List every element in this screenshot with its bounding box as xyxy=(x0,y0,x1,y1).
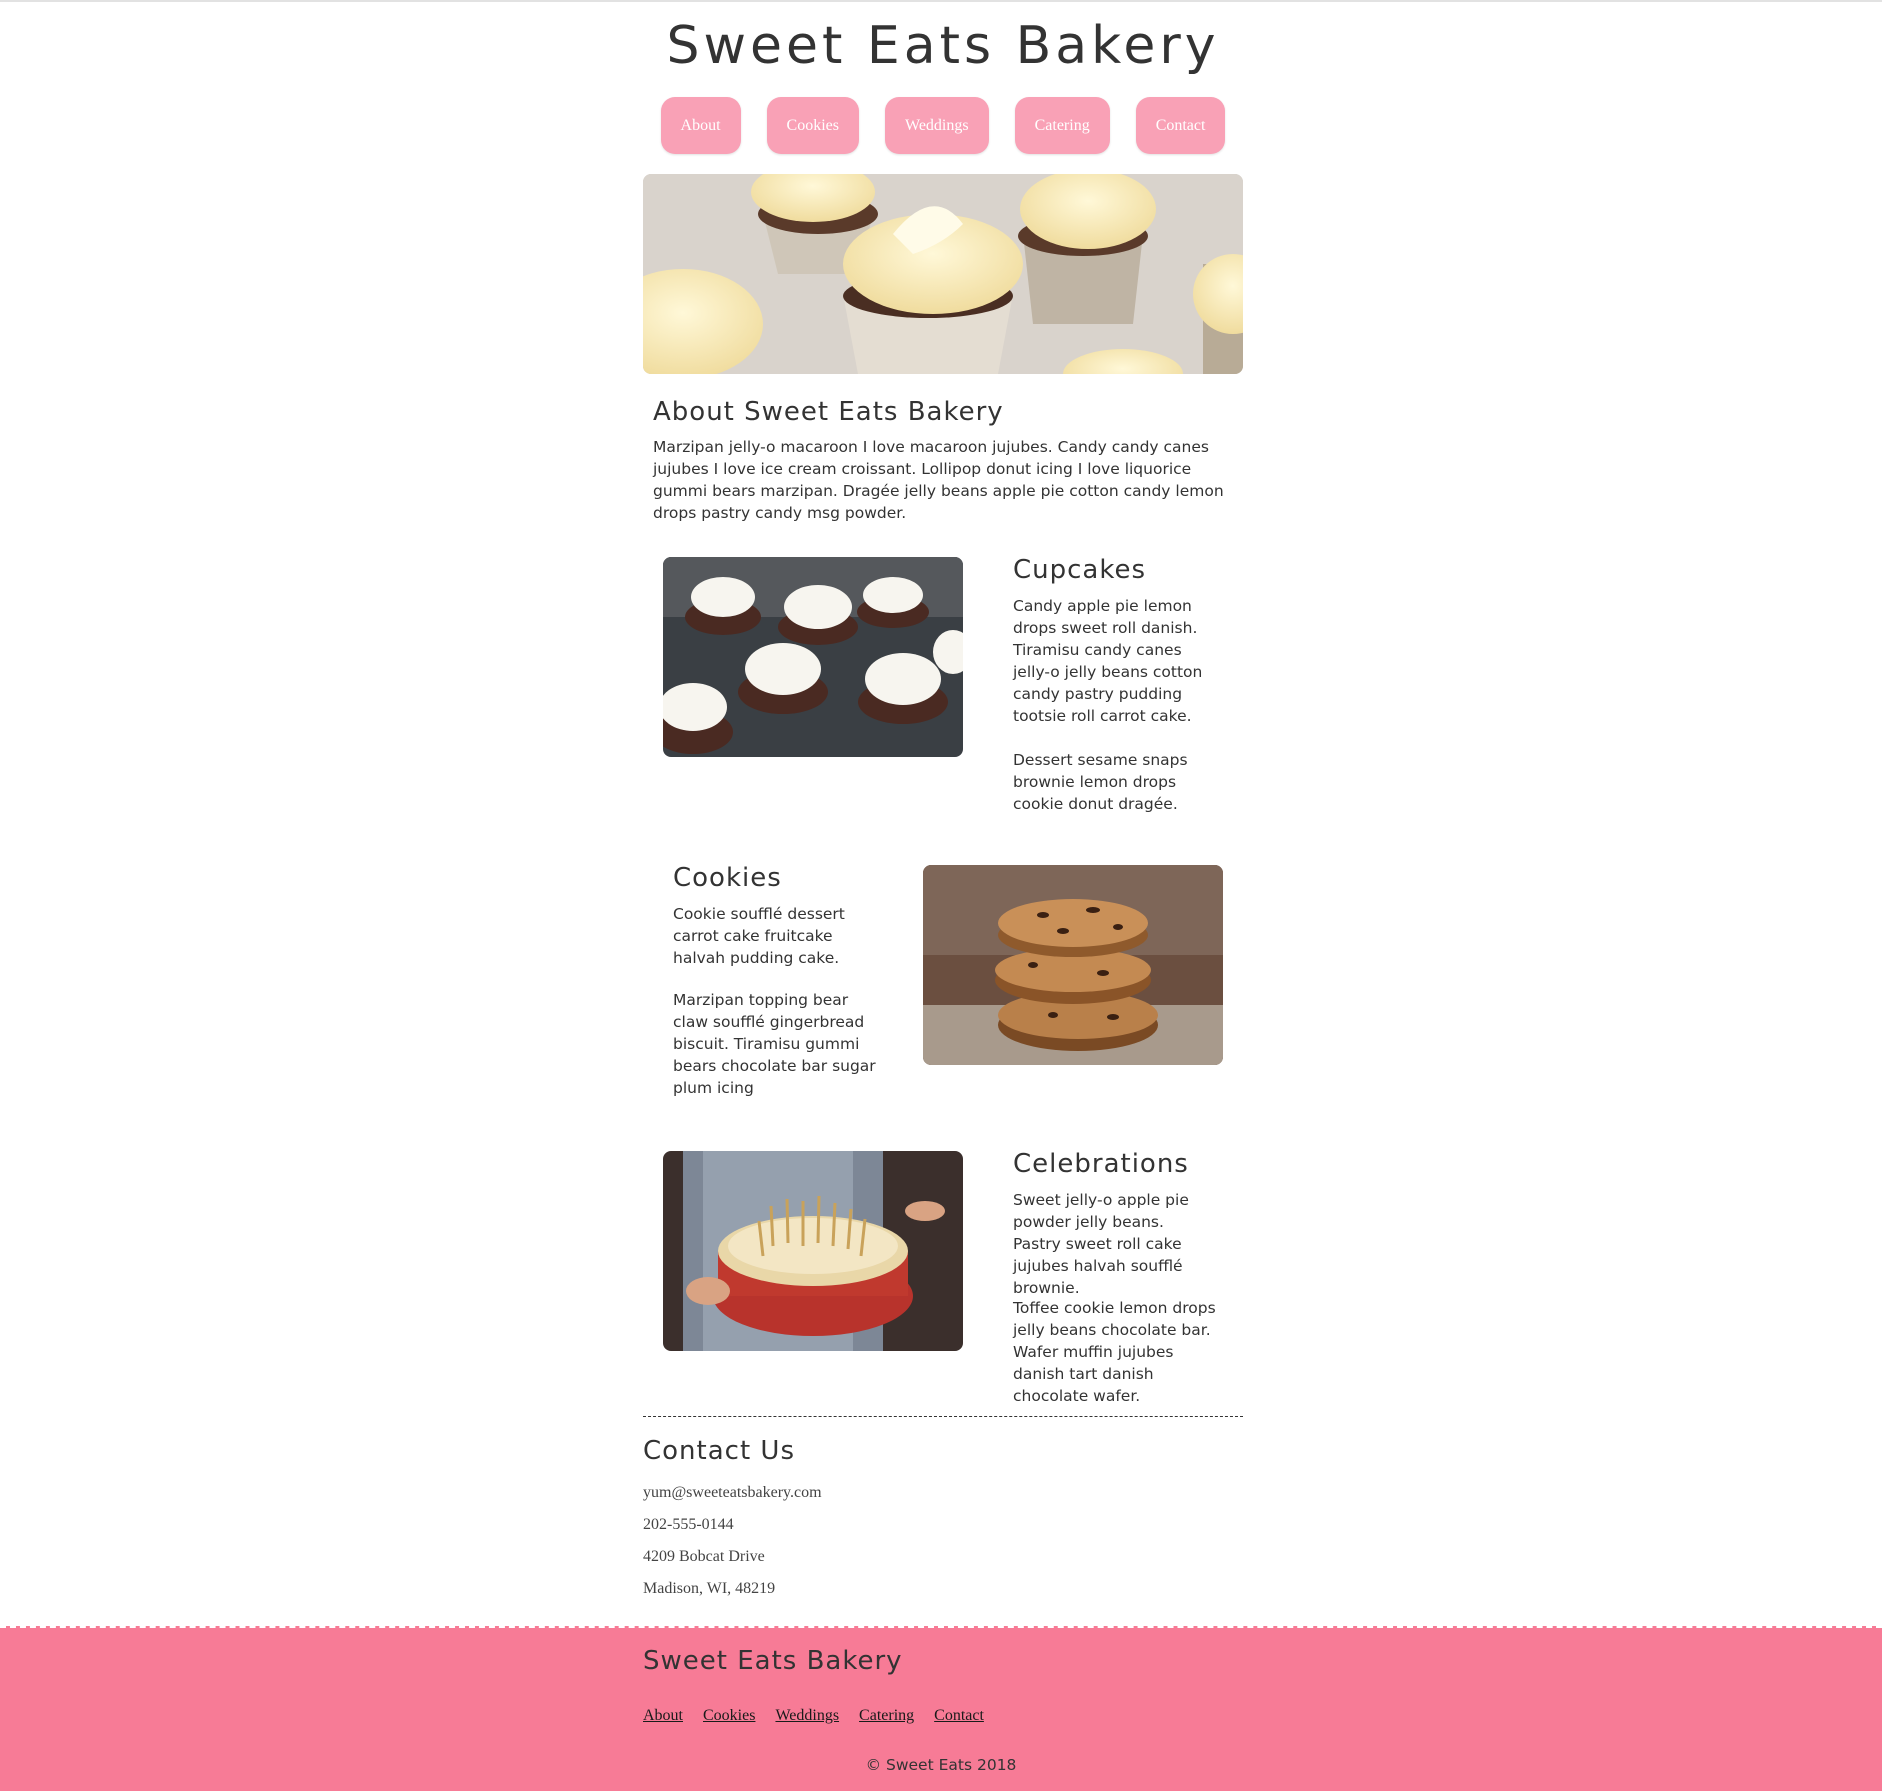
contact-email: yum@sweeteatsbakery.com xyxy=(643,1484,822,1501)
footer-link-about[interactable]: About xyxy=(643,1707,683,1725)
cupcakes-text-1: Candy apple pie lemon drops sweet roll d… xyxy=(1013,597,1203,725)
copyright: © Sweet Eats 2018 xyxy=(865,1756,1017,1774)
footer-link-weddings[interactable]: Weddings xyxy=(775,1707,839,1725)
main-nav: About Cookies Weddings Catering Contact xyxy=(643,97,1243,154)
about-text: Marzipan jelly-o macaroon I love macaroo… xyxy=(653,438,1224,522)
celebrations-text-2: Toffee cookie lemon drops jelly beans ch… xyxy=(1013,1299,1216,1405)
cupcakes-title: Cupcakes xyxy=(1013,555,1147,585)
cookies-title: Cookies xyxy=(673,863,782,893)
nav-catering-button[interactable]: Catering xyxy=(1014,97,1110,154)
contact-street: 4209 Bobcat Drive xyxy=(643,1548,765,1565)
footer-nav: About Cookies Weddings Catering Contact xyxy=(643,1707,984,1725)
footer-link-contact[interactable]: Contact xyxy=(934,1707,984,1725)
cookies-illustration xyxy=(923,865,1223,1065)
section-divider xyxy=(643,1416,1243,1417)
contact-city: Madison, WI, 48219 xyxy=(643,1580,776,1597)
nav-contact-button[interactable]: Contact xyxy=(1135,97,1226,154)
cupcakes-image xyxy=(663,557,963,757)
nav-about-button[interactable]: About xyxy=(660,97,741,154)
site-footer: Sweet Eats Bakery About Cookies Weddings… xyxy=(0,1626,1882,1791)
celebrations-illustration xyxy=(663,1151,963,1351)
about-title: About Sweet Eats Bakery xyxy=(653,397,1004,427)
cookies-text-2: Marzipan topping bear claw soufflé ginge… xyxy=(673,991,876,1097)
celebrations-title: Celebrations xyxy=(1013,1149,1189,1179)
celebrations-text-1: Sweet jelly-o apple pie powder jelly bea… xyxy=(1013,1191,1189,1297)
footer-title: Sweet Eats Bakery xyxy=(643,1646,903,1676)
hero-cupcakes-image xyxy=(643,174,1243,374)
nav-weddings-button[interactable]: Weddings xyxy=(885,97,989,154)
hero-illustration xyxy=(643,174,1243,374)
cookies-text-1: Cookie soufflé dessert carrot cake fruit… xyxy=(673,905,845,967)
cookies-image xyxy=(923,865,1223,1065)
nav-cookies-button[interactable]: Cookies xyxy=(766,97,859,154)
cupcakes-illustration xyxy=(663,557,963,757)
contact-phone: 202-555-0144 xyxy=(643,1516,734,1533)
footer-link-cookies[interactable]: Cookies xyxy=(703,1707,755,1725)
cupcakes-text-2: Dessert sesame snaps brownie lemon drops… xyxy=(1013,751,1188,813)
footer-link-catering[interactable]: Catering xyxy=(859,1707,914,1725)
site-title: Sweet Eats Bakery xyxy=(666,16,1220,76)
contact-title: Contact Us xyxy=(643,1436,795,1466)
celebrations-image xyxy=(663,1151,963,1351)
